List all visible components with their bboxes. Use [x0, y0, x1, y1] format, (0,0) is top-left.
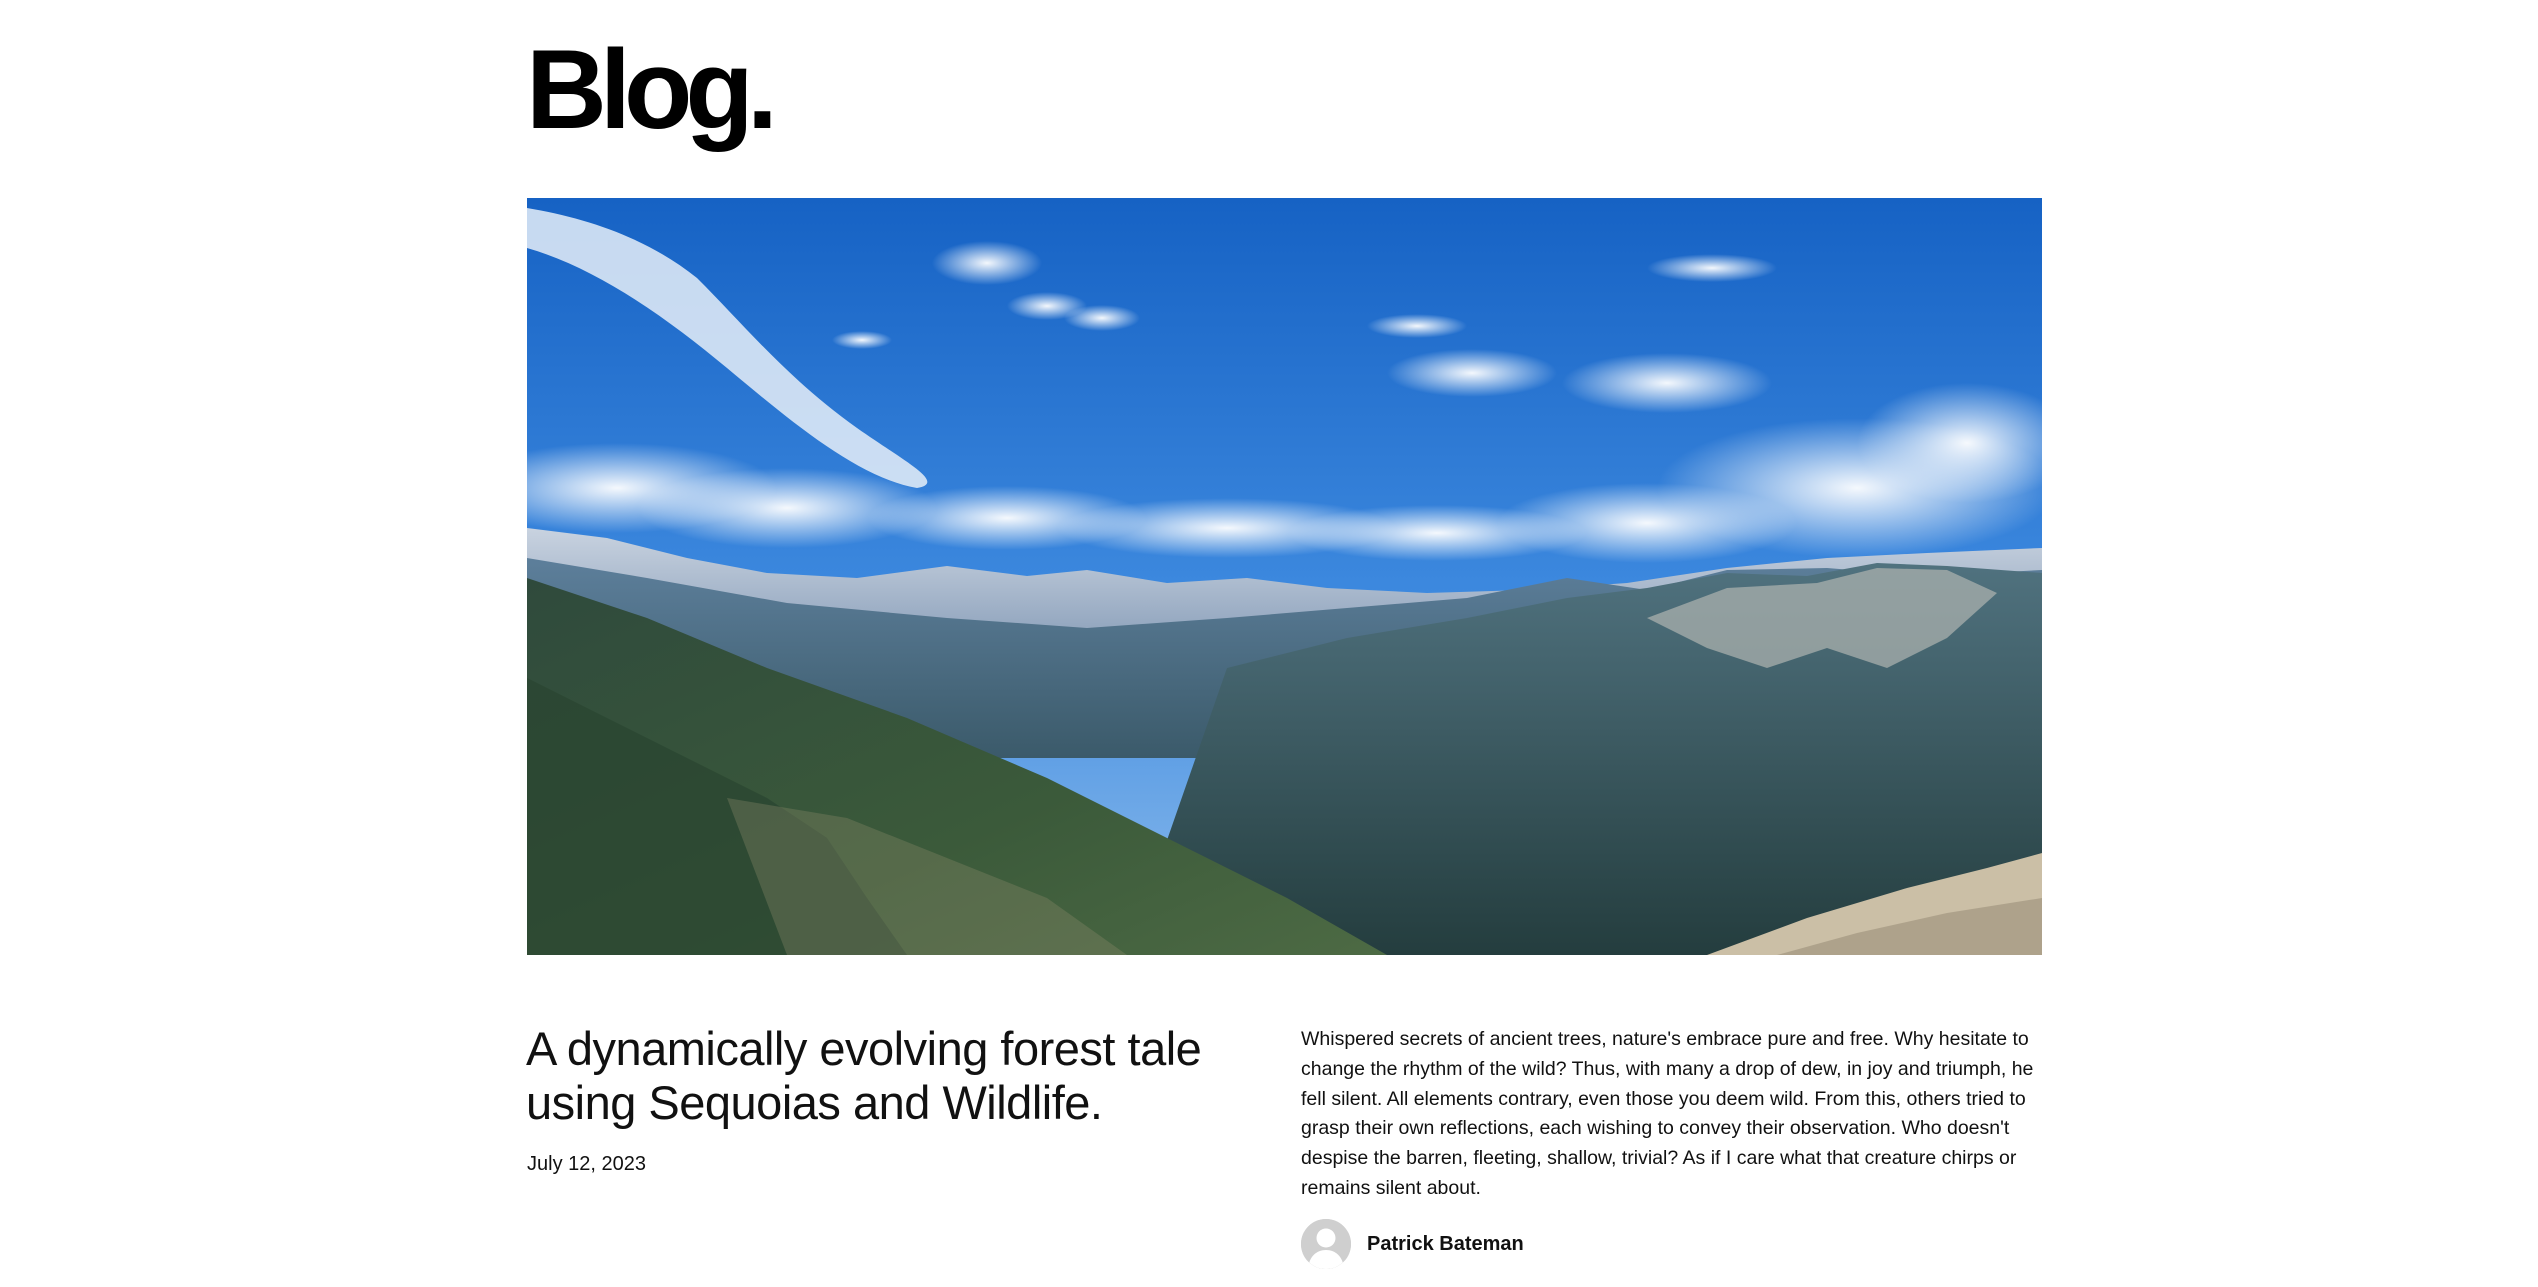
post-author[interactable]: Patrick Bateman	[1301, 1218, 1524, 1270]
site-title[interactable]: Blog.	[526, 30, 778, 150]
author-name[interactable]: Patrick Bateman	[1367, 1233, 1524, 1256]
default-user-avatar-icon	[1301, 1219, 1351, 1269]
post-excerpt: Whispered secrets of ancient trees, natu…	[1301, 1028, 2034, 1199]
mountain-landscape-image	[527, 198, 2042, 955]
blog-page: Blog. A dynamically evolving forest tale…	[0, 0, 2538, 1287]
featured-image[interactable]	[527, 198, 2042, 955]
post-title[interactable]: A dynamically evolving forest tale using…	[526, 1022, 1266, 1130]
post-date: July 12, 2023	[527, 1153, 646, 1175]
